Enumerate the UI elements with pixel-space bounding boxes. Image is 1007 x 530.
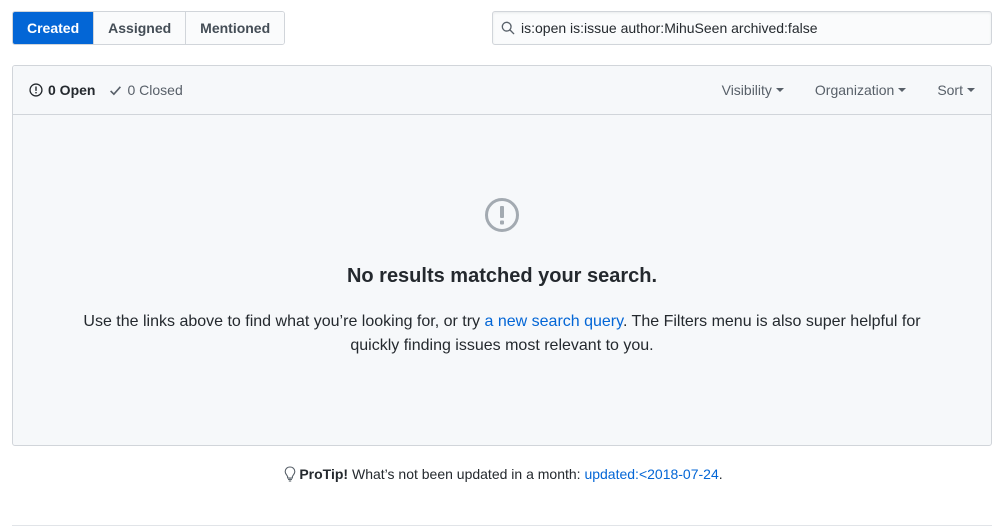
issues-box-header: 0 Open 0 Closed Visibility Organization …	[13, 66, 991, 115]
filter-menus: Visibility Organization Sort	[691, 82, 975, 98]
blankslate: No results matched your search. Use the …	[13, 115, 991, 358]
protip: ProTip! What’s not been updated in a mon…	[0, 466, 1007, 482]
new-search-query-link[interactable]: a new search query	[485, 313, 623, 330]
protip-text: What’s not been updated in a month:	[348, 466, 585, 482]
open-count: 0 Open	[48, 82, 96, 98]
closed-issues-link[interactable]: 0 Closed	[109, 82, 183, 98]
blankslate-text: Use the links above to find what you’re …	[83, 313, 921, 354]
protip-updated-link[interactable]: updated:<2018-07-24	[584, 466, 718, 482]
closed-count: 0 Closed	[127, 82, 183, 98]
issue-opened-icon	[485, 198, 519, 232]
issue-opened-icon	[29, 83, 43, 97]
issues-box: 0 Open 0 Closed Visibility Organization …	[12, 65, 992, 446]
issue-filter-tabs: Created Assigned Mentioned	[12, 11, 286, 45]
divider	[12, 525, 992, 526]
visibility-dropdown[interactable]: Visibility	[722, 82, 784, 98]
tab-created[interactable]: Created	[13, 12, 94, 44]
search-icon	[501, 21, 515, 35]
organization-label: Organization	[814, 82, 895, 98]
tab-assigned[interactable]: Assigned	[93, 12, 186, 44]
organization-dropdown[interactable]: Organization	[814, 82, 907, 98]
light-bulb-icon	[284, 466, 296, 482]
chevron-down-icon	[898, 88, 907, 92]
protip-label: ProTip!	[299, 466, 349, 482]
search-input[interactable]	[521, 20, 981, 36]
search-box	[492, 11, 992, 45]
check-icon	[110, 85, 122, 95]
sort-dropdown[interactable]: Sort	[937, 82, 975, 98]
open-issues-link[interactable]: 0 Open	[29, 82, 95, 98]
sort-label: Sort	[937, 82, 963, 98]
blankslate-title: No results matched your search.	[346, 265, 658, 287]
visibility-label: Visibility	[721, 82, 772, 98]
chevron-down-icon	[967, 88, 975, 92]
tab-mentioned[interactable]: Mentioned	[185, 12, 285, 44]
chevron-down-icon	[775, 88, 784, 92]
